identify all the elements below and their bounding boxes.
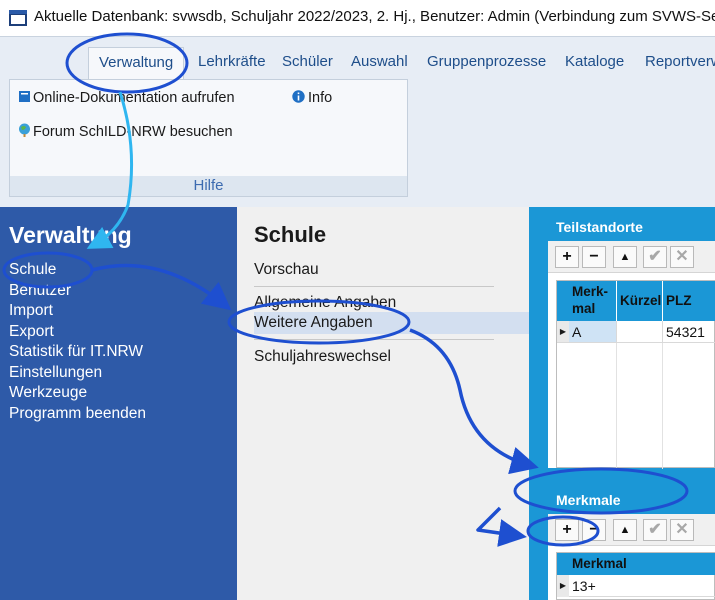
forum-label: Forum SchILD-NRW besuchen xyxy=(33,124,233,140)
confirm-button[interactable]: ✔ xyxy=(643,519,667,541)
teilstandorte-toolbar: + − ▲ ✔ ✕ xyxy=(548,241,715,273)
window-title: Aktuelle Datenbank: svwsdb, Schuljahr 20… xyxy=(34,8,715,25)
merkmale-toolbar: + − ▲ ✔ ✕ xyxy=(548,514,715,546)
merkmale-title: Merkmale xyxy=(548,486,715,514)
forum-button[interactable]: Forum SchILD-NRW besuchen xyxy=(18,123,233,140)
tab-lehrkraefte[interactable]: Lehrkräfte xyxy=(188,47,276,79)
column-header-kuerzel[interactable]: Kürzel xyxy=(617,281,663,321)
online-documentation-button[interactable]: Online-Dokumentation aufrufen xyxy=(18,90,235,106)
globe-icon xyxy=(19,123,30,137)
sidebar-title: Verwaltung xyxy=(9,222,132,248)
menu-item-vorschau[interactable]: Vorschau xyxy=(254,259,529,281)
info-icon xyxy=(292,90,305,103)
divider xyxy=(254,286,494,287)
column-header-merkmal[interactable]: Merk-mal xyxy=(569,281,617,321)
book-icon xyxy=(19,91,30,102)
title-bar: Aktuelle Datenbank: svwsdb, Schuljahr 20… xyxy=(0,0,715,36)
column-header-plz[interactable]: PLZ xyxy=(663,281,715,321)
divider xyxy=(254,339,494,340)
teilstandorte-grid: Merk-mal Kürzel PLZ ▶ A 54321 xyxy=(556,280,715,469)
sidebar-item-schule[interactable]: Schule xyxy=(9,261,56,279)
row-indicator-icon: ▶ xyxy=(557,575,569,597)
tab-schueler[interactable]: Schüler xyxy=(272,47,343,79)
remove-button[interactable]: − xyxy=(582,246,606,268)
tab-auswahl[interactable]: Auswahl xyxy=(341,47,418,79)
ribbon: Verwaltung Lehrkräfte Schüler Auswahl Gr… xyxy=(0,36,715,207)
ribbon-group-label: Hilfe xyxy=(10,176,407,196)
tab-kataloge[interactable]: Kataloge xyxy=(555,47,634,79)
ribbon-group-hilfe: Online-Dokumentation aufrufen Info Forum… xyxy=(9,79,408,197)
sidebar-item-werkzeuge[interactable]: Werkzeuge xyxy=(9,384,87,402)
merkmale-panel: Merkmale + − ▲ ✔ ✕ Merkmal ▶ 13+ xyxy=(548,486,715,600)
merkmale-grid: Merkmal ▶ 13+ xyxy=(556,552,715,600)
sidebar-item-einstellungen[interactable]: Einstellungen xyxy=(9,364,102,382)
cancel-button[interactable]: ✕ xyxy=(670,519,694,541)
tab-reportverwaltung[interactable]: Reportverw xyxy=(635,47,715,79)
sidebar-item-export[interactable]: Export xyxy=(9,323,54,341)
app-icon xyxy=(9,10,27,26)
remove-button[interactable]: − xyxy=(582,519,606,541)
cell-plz[interactable]: 54321 xyxy=(663,321,715,343)
cell-merkmal[interactable]: A xyxy=(569,321,617,343)
cell-merkmal[interactable]: 13+ xyxy=(569,575,715,597)
menu-item-weitere-angaben[interactable]: Weitere Angaben xyxy=(254,312,529,334)
info-button[interactable]: Info xyxy=(292,90,332,106)
sidebar: Verwaltung Schule Benutzer Import Export… xyxy=(0,207,237,600)
menu-item-schuljahreswechsel[interactable]: Schuljahreswechsel xyxy=(254,346,529,368)
schule-title: Schule xyxy=(254,222,327,247)
menu-item-allgemeine-angaben[interactable]: Allgemeine Angaben xyxy=(254,292,529,314)
teilstandorte-title: Teilstandorte xyxy=(548,213,715,241)
sidebar-item-programm-beenden[interactable]: Programm beenden xyxy=(9,405,146,423)
teilstandorte-panel: Teilstandorte + − ▲ ✔ ✕ Merk-mal Kürzel … xyxy=(548,213,715,469)
row-indicator-icon: ▶ xyxy=(557,321,569,343)
schule-menu: Schule Vorschau Allgemeine Angaben Weite… xyxy=(237,207,529,600)
sidebar-item-statistik[interactable]: Statistik für IT.NRW xyxy=(9,343,143,361)
move-up-button[interactable]: ▲ xyxy=(613,246,637,268)
confirm-button[interactable]: ✔ xyxy=(643,246,667,268)
cell-kuerzel[interactable] xyxy=(617,321,663,343)
add-button[interactable]: + xyxy=(555,246,579,268)
online-documentation-label: Online-Dokumentation aufrufen xyxy=(33,90,235,106)
move-up-button[interactable]: ▲ xyxy=(613,519,637,541)
column-header-merkmal[interactable]: Merkmal xyxy=(569,553,715,575)
add-button[interactable]: + xyxy=(555,519,579,541)
sidebar-item-import[interactable]: Import xyxy=(9,302,53,320)
sidebar-item-benutzer[interactable]: Benutzer xyxy=(9,282,71,300)
tab-verwaltung[interactable]: Verwaltung xyxy=(88,47,185,79)
tab-gruppenprozesse[interactable]: Gruppenprozesse xyxy=(417,47,556,79)
info-label: Info xyxy=(308,90,333,106)
cancel-button[interactable]: ✕ xyxy=(670,246,694,268)
